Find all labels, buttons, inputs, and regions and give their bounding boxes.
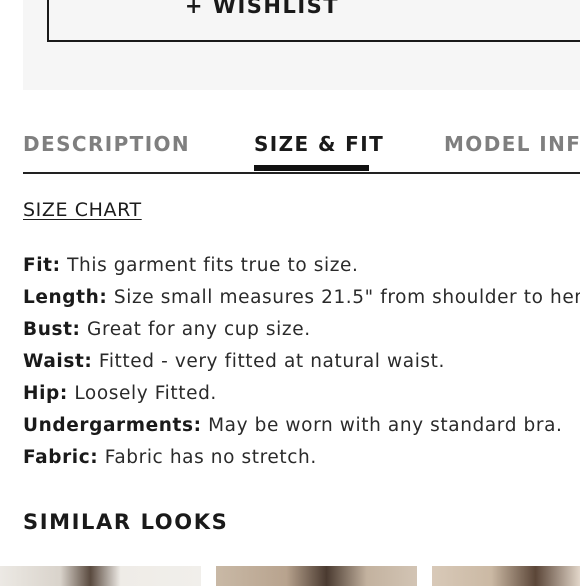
spec-length: Length: Size small measures 21.5" from s…	[23, 287, 580, 308]
spec-value: Size small measures 21.5" from shoulder …	[107, 287, 580, 308]
spec-value: May be worn with any standard bra.	[201, 415, 563, 436]
spec-waist: Waist: Fitted - very fitted at natural w…	[23, 351, 445, 372]
spec-label: Fabric:	[23, 447, 99, 468]
spec-label: Length:	[23, 287, 108, 308]
spec-fabric: Fabric: Fabric has no stretch.	[23, 447, 317, 468]
similar-look-thumbnail-2[interactable]	[216, 566, 417, 586]
size-chart-link[interactable]: SIZE CHART	[23, 199, 142, 221]
active-tab-indicator	[254, 165, 369, 171]
spec-undergarments: Undergarments: May be worn with any stan…	[23, 415, 562, 436]
product-actions-panel: + WISHLIST	[23, 0, 580, 90]
product-info-tabs: DESCRIPTION SIZE & FIT MODEL INFO	[23, 128, 580, 174]
add-to-wishlist-button[interactable]: + WISHLIST	[47, 0, 580, 42]
spec-value: Great for any cup size.	[80, 319, 311, 340]
spec-label: Waist:	[23, 351, 93, 372]
similar-looks-heading: SIMILAR LOOKS	[23, 510, 229, 534]
spec-label: Fit:	[23, 255, 61, 276]
spec-hip: Hip: Loosely Fitted.	[23, 383, 217, 404]
spec-label: Bust:	[23, 319, 81, 340]
similar-look-thumbnail-1[interactable]	[0, 566, 201, 586]
spec-value: Fitted - very fitted at natural waist.	[92, 351, 446, 372]
spec-value: Fabric has no stretch.	[98, 447, 317, 468]
spec-value: Loosely Fitted.	[67, 383, 217, 404]
similar-look-thumbnail-3[interactable]	[432, 566, 580, 586]
spec-fit: Fit: This garment fits true to size.	[23, 255, 359, 276]
spec-label: Hip:	[23, 383, 68, 404]
tab-size-fit[interactable]: SIZE & FIT	[254, 132, 384, 156]
spec-bust: Bust: Great for any cup size.	[23, 319, 311, 340]
spec-label: Undergarments:	[23, 415, 202, 436]
wishlist-label: + WISHLIST	[184, 0, 340, 18]
tab-model-info[interactable]: MODEL INFO	[444, 132, 580, 156]
tab-description[interactable]: DESCRIPTION	[23, 132, 190, 156]
spec-value: This garment fits true to size.	[60, 255, 359, 276]
